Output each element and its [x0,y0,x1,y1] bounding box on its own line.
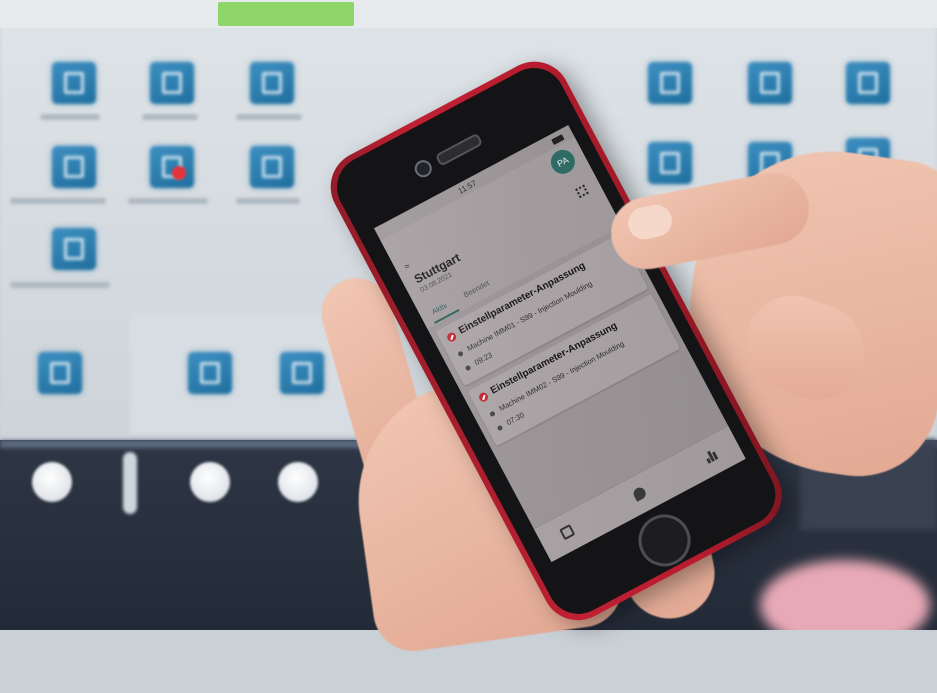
clock-icon [496,424,504,431]
blurred-app-tile [250,146,294,188]
earpiece-speaker [434,132,484,167]
location-pin-icon [456,350,464,357]
calendar-icon[interactable] [559,524,576,541]
blurred-knob [278,462,318,502]
blurred-app-tile [150,146,194,188]
blurred-caption [142,114,198,120]
task-time: 09:23 [472,350,494,368]
blurred-app-tile [52,146,96,188]
blurred-green-status [218,2,354,26]
blurred-caption [236,114,302,120]
blurred-app-tile [38,352,82,394]
user-avatar[interactable]: PA [546,145,580,179]
blurred-caption [40,114,100,120]
blurred-caption [236,198,300,204]
blurred-caption [128,198,208,204]
blurred-app-tile [188,352,232,394]
blurred-app-tile [250,62,294,104]
location-pin-icon [488,410,496,417]
clock-icon [464,364,472,371]
blurred-slider [123,452,137,514]
blurred-app-tile [52,228,96,270]
blurred-knob [190,462,230,502]
task-time: 07:30 [504,410,526,428]
qr-scan-icon[interactable] [575,184,589,199]
alert-stop-icon [477,391,490,404]
blurred-top-bar [0,0,937,28]
blurred-app-tile [748,62,792,104]
bar-chart-icon[interactable] [702,448,719,464]
blurred-app-tile [280,352,324,394]
alert-stop-icon [445,330,458,344]
front-camera [411,157,435,181]
blurred-caption [10,198,106,204]
blurred-app-tile [52,62,96,104]
wifi-icon: ≈ [402,260,412,272]
blurred-caption [10,282,110,288]
blurred-red-indicator [172,166,186,180]
chat-icon[interactable] [631,485,648,502]
blurred-knob [32,462,72,502]
blurred-app-tile [846,62,890,104]
tab-aktiv[interactable]: Aktiv [430,301,449,317]
blurred-app-tile [150,62,194,104]
